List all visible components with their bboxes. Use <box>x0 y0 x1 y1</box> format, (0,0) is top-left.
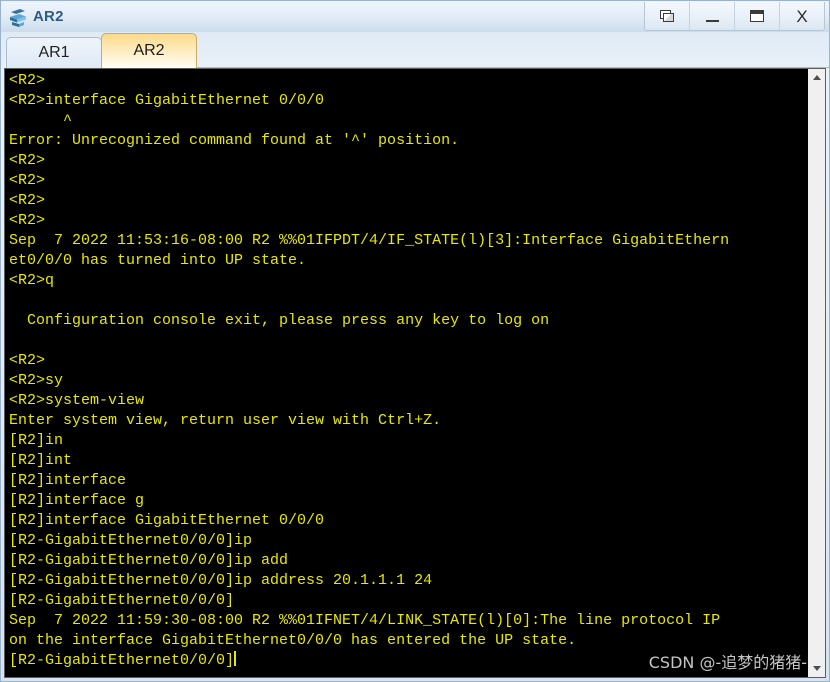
tab-ar2-label: AR2 <box>133 42 165 59</box>
terminal-line: <R2>interface GigabitEthernet 0/0/0 <box>9 92 325 109</box>
minimize-button[interactable] <box>690 2 735 30</box>
tab-ar1[interactable]: AR1 <box>6 37 102 68</box>
device-tabstrip: AR1 AR2 <box>1 32 829 68</box>
terminal-line: [R2-GigabitEthernet0/0/0] <box>9 651 237 669</box>
window-title: AR2 <box>33 7 64 25</box>
terminal-line: Sep 7 2022 11:59:30-08:00 R2 %%01IFNET/4… <box>9 612 721 629</box>
terminal-line: [R2-GigabitEthernet0/0/0]ip address 20.1… <box>9 572 433 589</box>
terminal-output[interactable]: <R2> <R2>interface GigabitEthernet 0/0/0 … <box>5 69 807 677</box>
chevron-down-icon <box>812 666 821 671</box>
terminal-scrollbar[interactable] <box>807 69 825 677</box>
scrollbar-track[interactable] <box>808 86 825 660</box>
text-cursor <box>234 651 237 666</box>
terminal-line: <R2> <box>9 152 46 169</box>
maximize-icon <box>750 10 764 22</box>
terminal-line: et0/0/0 has turned into UP state. <box>9 252 307 269</box>
terminal-line: [R2-GigabitEthernet0/0/0]ip add <box>9 552 289 569</box>
terminal-line: <R2>system-view <box>9 392 145 409</box>
terminal-line: [R2]interface g <box>9 492 145 509</box>
close-icon: X <box>796 6 808 26</box>
terminal-line: [R2]interface GigabitEthernet 0/0/0 <box>9 512 325 529</box>
terminal-line: [R2]interface <box>9 472 127 489</box>
scroll-down-button[interactable] <box>808 660 825 677</box>
window-controls: X <box>644 2 825 31</box>
restore-button[interactable] <box>645 2 690 30</box>
terminal-line: Configuration console exit, please press… <box>9 312 550 329</box>
terminal-line: <R2> <box>9 192 46 209</box>
terminal-line: [R2]int <box>9 452 73 469</box>
terminal-line: [R2-GigabitEthernet0/0/0] <box>9 592 235 609</box>
terminal-line: <R2> <box>9 212 46 229</box>
minimize-icon <box>705 11 719 22</box>
terminal-line: [R2]in <box>9 432 64 449</box>
terminal-line: ^ <box>9 112 73 129</box>
terminal-line: <R2> <box>9 72 46 89</box>
tabstrip-filler <box>196 37 829 68</box>
chevron-up-icon <box>812 75 821 80</box>
maximize-button[interactable] <box>735 2 780 30</box>
terminal-line: <R2> <box>9 172 46 189</box>
terminal-line: Sep 7 2022 11:53:16-08:00 R2 %%01IFPDT/4… <box>9 232 730 249</box>
tab-ar1-label: AR1 <box>38 44 70 61</box>
scroll-up-button[interactable] <box>808 69 825 86</box>
console-area: <R2> <R2>interface GigabitEthernet 0/0/0 … <box>4 68 826 678</box>
tab-ar2[interactable]: AR2 <box>101 33 197 68</box>
close-button[interactable]: X <box>780 2 824 30</box>
terminal-line: <R2>q <box>9 272 55 289</box>
terminal-line: <R2>sy <box>9 372 64 389</box>
router-icon <box>7 6 29 28</box>
terminal-line: <R2> <box>9 352 46 369</box>
terminal-line: [R2-GigabitEthernet0/0/0]ip <box>9 532 253 549</box>
window-titlebar: AR2 X <box>1 1 829 32</box>
terminal-line: Enter system view, return user view with… <box>9 412 442 429</box>
terminal-line: on the interface GigabitEthernet0/0/0 ha… <box>9 632 577 649</box>
terminal-line: Error: Unrecognized command found at '^'… <box>9 132 460 149</box>
restore-icon <box>659 9 675 23</box>
ar2-console-window: AR2 X AR1 AR2 <R2> <R2>interface Gigabit… <box>0 0 830 682</box>
